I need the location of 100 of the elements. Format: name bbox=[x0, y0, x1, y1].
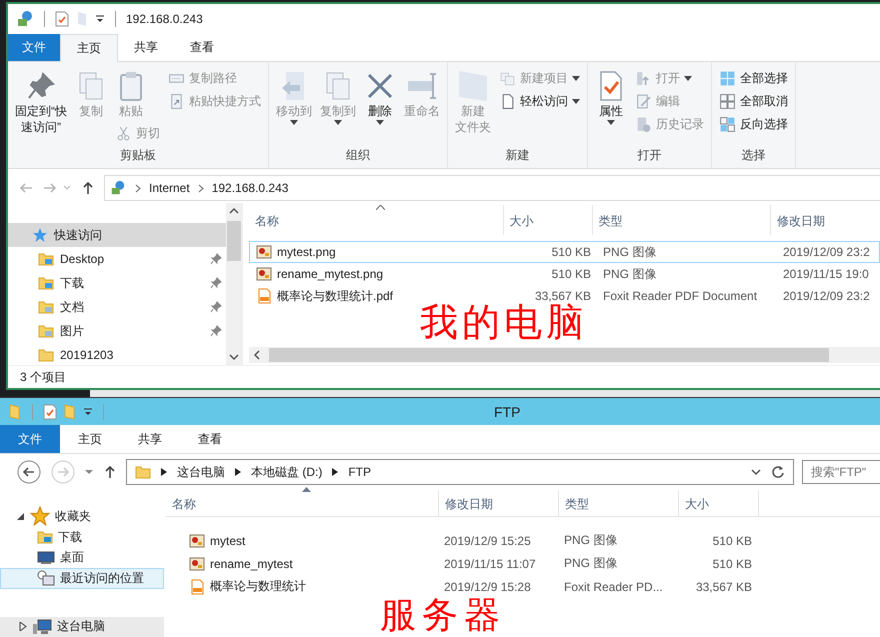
ribbon-button[interactable]: 固定到“快 速访问” bbox=[12, 68, 70, 137]
file-row[interactable]: rename_mytest.png 510 KB PNG 图像 2019/11/15 19:0 bbox=[249, 263, 880, 285]
chevron-icon[interactable] bbox=[161, 468, 167, 476]
pdf-file-icon bbox=[189, 578, 205, 594]
ribbon-tab[interactable]: 共享 bbox=[120, 425, 180, 453]
pencil-page-icon bbox=[635, 93, 652, 110]
column-header[interactable]: 名称 bbox=[249, 205, 504, 235]
ribbon-button[interactable]: 轻松访问 bbox=[496, 91, 583, 112]
nav-label: 桌面 bbox=[60, 549, 84, 566]
breadcrumb-item[interactable]: 本地磁盘 (D:) bbox=[251, 464, 322, 480]
nav-item[interactable]: 桌面 bbox=[0, 548, 164, 568]
ribbon-button[interactable]: 全部取消 bbox=[716, 91, 791, 112]
file-row[interactable]: 概率论与数理统计 2019/12/9 15:28 Foxit Reader PD... 33,567 KB bbox=[182, 575, 880, 598]
scroll-down-icon[interactable] bbox=[229, 353, 239, 361]
nav-label: 收藏夹 bbox=[55, 508, 91, 524]
stacked-pages-icon bbox=[499, 70, 516, 87]
scroll-up-icon[interactable] bbox=[229, 207, 239, 215]
search-field[interactable]: 搜索"FTP" bbox=[802, 460, 880, 484]
table-cell: 2019/12/9 15:28 bbox=[444, 580, 531, 594]
handwritten-note: 我的电脑 bbox=[420, 303, 588, 341]
nav-item[interactable]: Desktop bbox=[8, 247, 226, 271]
nav-label: 下载 bbox=[60, 274, 84, 292]
nav-item[interactable]: 最近访问的位置 bbox=[0, 568, 164, 588]
ribbon-tab[interactable]: 主页 bbox=[60, 34, 118, 62]
scrollbar[interactable] bbox=[249, 347, 880, 363]
nav-item[interactable]: 下载 bbox=[0, 527, 164, 548]
file-menu-tab[interactable]: 文件 bbox=[0, 425, 60, 453]
nav-item[interactable]: 快速访问 bbox=[8, 223, 226, 247]
column-header[interactable]: 修改日期 bbox=[771, 205, 880, 235]
checkmark-page-icon[interactable] bbox=[55, 11, 69, 27]
chevron-icon[interactable] bbox=[751, 468, 761, 476]
table-cell: rename_mytest bbox=[210, 556, 293, 570]
nav-label: 这台电脑 bbox=[57, 618, 105, 636]
address-bar[interactable]: 这台电脑 本地磁盘 (D:) FTP bbox=[126, 459, 794, 485]
nav-item[interactable]: 收藏夹 bbox=[0, 505, 164, 527]
shortcut-icon bbox=[168, 93, 185, 110]
back-button-icon[interactable] bbox=[16, 459, 42, 485]
table-cell: 2019/11/15 11:07 bbox=[444, 556, 536, 570]
breadcrumb-item[interactable]: FTP bbox=[348, 465, 371, 479]
ribbon-button[interactable]: 属性 bbox=[592, 68, 630, 127]
ribbon-button[interactable]: 全部选择 bbox=[716, 68, 791, 89]
nav-label: 下载 bbox=[58, 528, 82, 546]
checkmark-page-icon[interactable] bbox=[43, 404, 57, 420]
scrollbar-thumb[interactable] bbox=[227, 221, 241, 261]
status-text: 3 个项目 bbox=[20, 368, 66, 386]
refresh-icon[interactable] bbox=[771, 465, 785, 479]
column-header[interactable]: 大小 bbox=[504, 205, 593, 235]
column-header[interactable]: 大小 bbox=[679, 491, 759, 516]
column-header[interactable]: 名称 bbox=[166, 491, 439, 516]
table-cell: 510 KB bbox=[552, 267, 591, 281]
file-row[interactable]: mytest 2019/12/9 15:25 PNG 图像 510 KB bbox=[182, 529, 880, 552]
nav-item[interactable]: 20191203 bbox=[8, 343, 226, 367]
caret-icon bbox=[684, 76, 692, 81]
dropdown-icon[interactable] bbox=[83, 406, 93, 416]
table-cell: PNG 图像 bbox=[564, 532, 618, 549]
table-cell: Foxit Reader PDF Document bbox=[603, 289, 758, 303]
monitor-icon bbox=[37, 550, 55, 565]
table-cell: 33,567 KB bbox=[534, 289, 591, 303]
scrollbar-thumb[interactable] bbox=[269, 348, 829, 362]
column-header[interactable]: 类型 bbox=[592, 205, 772, 235]
file-menu-tab[interactable]: 文件 bbox=[8, 34, 60, 61]
pin-icon[interactable] bbox=[210, 325, 222, 337]
breadcrumb-item[interactable]: 192.168.0.243 bbox=[212, 181, 288, 195]
ribbon-tab[interactable]: 共享 bbox=[118, 34, 174, 61]
window-title: FTP bbox=[494, 404, 520, 420]
column-header[interactable]: 修改日期 bbox=[439, 491, 559, 516]
dropdown-icon[interactable] bbox=[95, 14, 105, 24]
chevron-icon[interactable] bbox=[332, 468, 338, 476]
group-label: 新建 bbox=[506, 147, 530, 164]
ribbon-tab[interactable]: 查看 bbox=[180, 425, 240, 453]
group-label: 选择 bbox=[742, 147, 766, 164]
column-header[interactable]: 类型 bbox=[559, 491, 679, 516]
chevron-icon[interactable] bbox=[235, 468, 241, 476]
ribbon-tab[interactable]: 主页 bbox=[60, 425, 120, 453]
squares-icon bbox=[719, 70, 736, 87]
scrollbar[interactable] bbox=[226, 203, 242, 365]
group-label: 剪贴板 bbox=[120, 147, 156, 164]
breadcrumb-item[interactable]: 这台电脑 bbox=[177, 464, 225, 480]
table-cell: PNG 图像 bbox=[603, 244, 656, 260]
expand-toggle-icon[interactable] bbox=[19, 622, 27, 632]
expand-toggle-icon[interactable] bbox=[17, 512, 25, 520]
group-label: 组织 bbox=[346, 147, 370, 164]
nav-item[interactable]: 这台电脑 bbox=[0, 616, 164, 637]
file-row[interactable]: mytest.png 510 KB PNG 图像 2019/12/09 23:2 bbox=[249, 241, 880, 263]
scroll-left-icon[interactable] bbox=[253, 350, 261, 360]
pin-icon[interactable] bbox=[210, 301, 222, 313]
pin-icon[interactable] bbox=[210, 277, 222, 289]
ribbon-tab[interactable]: 查看 bbox=[174, 34, 230, 61]
table-cell: 510 KB bbox=[552, 245, 591, 259]
address-bar[interactable]: Internet 192.168.0.243 bbox=[104, 175, 880, 201]
ribbon-button[interactable]: 反向选择 bbox=[716, 114, 791, 135]
nav-item[interactable]: 图片 bbox=[8, 319, 226, 343]
image-file-icon bbox=[256, 266, 272, 282]
pin-icon[interactable] bbox=[210, 253, 222, 265]
star-icon bbox=[30, 506, 50, 526]
ribbon-button[interactable]: 删除 bbox=[361, 68, 399, 127]
nav-item[interactable]: 下载 bbox=[8, 271, 226, 295]
file-row[interactable]: rename_mytest 2019/11/15 11:07 PNG 图像 510 KB bbox=[182, 552, 880, 575]
nav-item[interactable]: 文档 bbox=[8, 295, 226, 319]
breadcrumb-item[interactable]: Internet bbox=[149, 181, 190, 195]
